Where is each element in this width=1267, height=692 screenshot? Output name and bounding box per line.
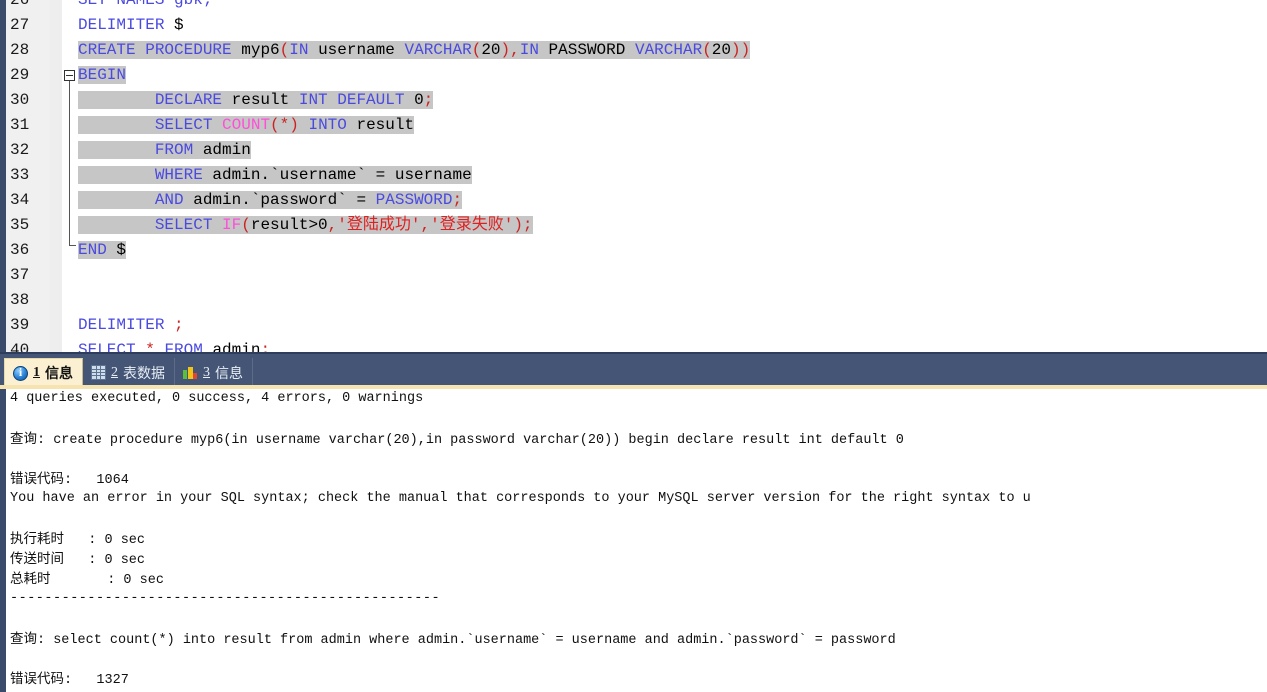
line-content: BEGIN xyxy=(78,66,127,84)
line-content: SELECT COUNT(*) INTO result xyxy=(78,113,415,138)
line-content: DECLARE result INT DEFAULT 0; xyxy=(78,88,434,113)
log-line-text: : 0 sec xyxy=(64,533,146,548)
log-line-text: ----------------------------------------… xyxy=(10,591,441,606)
line-number: 31 xyxy=(10,116,30,134)
log-line-text: : 1064 xyxy=(64,473,129,488)
editor-line[interactable]: 32 FROM admin xyxy=(0,138,1267,163)
editor-line[interactable]: 31 SELECT COUNT(*) INTO result xyxy=(0,113,1267,138)
tab-label: 信息 xyxy=(215,364,243,381)
log-line-label: 查询 xyxy=(10,431,37,447)
log-line-label: 错误代码 xyxy=(10,471,64,487)
editor-line[interactable]: 28 CREATE PROCEDURE myp6(IN username VARC… xyxy=(0,38,1267,63)
log-line: 错误代码: 1327 xyxy=(10,669,1267,689)
tab-label: 信息 xyxy=(45,365,73,381)
line-number: 33 xyxy=(10,166,30,184)
line-content: DELIMITER $ xyxy=(78,16,184,34)
editor-line[interactable]: 36 END $ xyxy=(0,238,1267,263)
log-line-text: : select count(*) into result from admin… xyxy=(37,633,896,648)
log-line-label: 传送时间 xyxy=(10,551,64,567)
log-line: ----------------------------------------… xyxy=(10,589,1267,609)
log-line: 查询: select count(*) into result from adm… xyxy=(10,629,1267,649)
log-line: You have an error in your SQL syntax; ch… xyxy=(10,489,1267,509)
line-number: 40 xyxy=(10,341,30,352)
line-number: 29 xyxy=(10,66,30,84)
results-log-text: 4 queries executed, 0 success, 4 errors,… xyxy=(10,389,1267,692)
tab-index: 3 xyxy=(203,364,210,380)
line-number: 26 xyxy=(10,0,30,9)
line-number: 37 xyxy=(10,266,30,284)
fold-collapse-icon[interactable] xyxy=(64,70,75,81)
line-content: SELECT * FROM admin; xyxy=(78,341,271,352)
log-line: 传送时间 : 0 sec xyxy=(10,549,1267,569)
log-line: 执行耗时 : 0 sec xyxy=(10,529,1267,549)
results-tab-list[interactable]: 1 信息 2 表数据 3 信息 xyxy=(4,358,253,387)
line-number: 28 xyxy=(10,41,30,59)
grid-icon xyxy=(91,365,106,380)
editor-line[interactable]: 38 xyxy=(0,288,1267,313)
line-number: 30 xyxy=(10,91,30,109)
editor-line[interactable]: 37 xyxy=(0,263,1267,288)
log-line: 查询: create procedure myp6(in username va… xyxy=(10,429,1267,449)
results-message-panel[interactable]: 4 queries executed, 0 success, 4 errors,… xyxy=(0,389,1267,692)
line-content: SELECT IF(result>0,'登陆成功','登录失败'); xyxy=(78,213,533,238)
results-tabbar[interactable]: 1 信息 2 表数据 3 信息 xyxy=(0,352,1267,387)
editor-line[interactable]: 40 SELECT * FROM admin; xyxy=(0,338,1267,352)
editor-line[interactable]: 39 DELIMITER ; xyxy=(0,313,1267,338)
log-line-label: 查询 xyxy=(10,631,37,647)
log-line-label: 总耗时 xyxy=(10,571,51,587)
line-number: 39 xyxy=(10,316,30,334)
line-content: WHERE admin.`username` = username xyxy=(78,163,472,188)
line-content: CREATE PROCEDURE myp6(IN username VARCHA… xyxy=(78,41,751,59)
line-content: FROM admin xyxy=(78,138,251,163)
results-tab-3[interactable]: 3 信息 xyxy=(175,358,253,387)
info-icon xyxy=(13,365,28,381)
editor-line[interactable]: 29 BEGIN xyxy=(0,63,1267,88)
tab-index: 1 xyxy=(33,365,40,380)
tab-label: 表数据 xyxy=(123,364,165,381)
editor-line[interactable]: 35 SELECT IF(result>0,'登陆成功','登录失败'); xyxy=(0,213,1267,238)
log-line-label: 执行耗时 xyxy=(10,531,64,547)
editor-line[interactable]: 34 AND admin.`password` = PASSWORD; xyxy=(0,188,1267,213)
log-line-text: : 1327 xyxy=(64,673,129,688)
log-line-text: : create procedure myp6(in username varc… xyxy=(37,433,904,448)
results-tab-1[interactable]: 1 信息 xyxy=(4,358,83,387)
log-blank-line xyxy=(10,409,1267,429)
editor-line[interactable]: 27 DELIMITER $ xyxy=(0,13,1267,38)
results-tab-2[interactable]: 2 表数据 xyxy=(83,358,175,387)
sql-code-editor[interactable]: 26 SET NAMES gbk; 27 DELIMITER $ 28 CREATE PR… xyxy=(0,0,1267,352)
log-blank-line xyxy=(10,609,1267,629)
chart-icon xyxy=(183,365,198,380)
log-blank-line xyxy=(10,649,1267,669)
log-line-text: You have an error in your SQL syntax; ch… xyxy=(10,491,1031,506)
log-line-text: : 0 sec xyxy=(64,553,146,568)
line-content: END $ xyxy=(78,241,127,259)
line-content: AND admin.`password` = PASSWORD; xyxy=(78,188,463,213)
log-blank-line xyxy=(10,449,1267,469)
line-number: 27 xyxy=(10,16,30,34)
log-line-label: 错误代码 xyxy=(10,671,64,687)
line-number: 35 xyxy=(10,216,30,234)
log-line: 4 queries executed, 0 success, 4 errors,… xyxy=(10,389,1267,409)
editor-code-area[interactable]: 26 SET NAMES gbk; 27 DELIMITER $ 28 CREATE PR… xyxy=(0,0,1267,352)
line-content: DELIMITER ; xyxy=(78,316,184,334)
line-number: 36 xyxy=(10,241,30,259)
log-line: 错误代码: 1064 xyxy=(10,469,1267,489)
log-line-text: : 0 sec xyxy=(50,573,164,588)
line-content: SET NAMES gbk; xyxy=(78,0,213,9)
sql-client-window: 26 SET NAMES gbk; 27 DELIMITER $ 28 CREATE PR… xyxy=(0,0,1267,692)
results-left-rail xyxy=(0,389,6,692)
log-line: 总耗时 : 0 sec xyxy=(10,569,1267,589)
editor-line[interactable]: 33 WHERE admin.`username` = username xyxy=(0,163,1267,188)
log-blank-line xyxy=(10,509,1267,529)
fold-range-end-tick xyxy=(69,245,76,246)
editor-line[interactable]: 30 DECLARE result INT DEFAULT 0; xyxy=(0,88,1267,113)
line-number: 34 xyxy=(10,191,30,209)
editor-line[interactable]: 26 SET NAMES gbk; xyxy=(0,0,1267,13)
fold-range-line xyxy=(69,81,70,245)
line-number: 38 xyxy=(10,291,30,309)
tab-index: 2 xyxy=(111,364,118,380)
line-number: 32 xyxy=(10,141,30,159)
log-line-text: 4 queries executed, 0 success, 4 errors,… xyxy=(10,391,424,406)
